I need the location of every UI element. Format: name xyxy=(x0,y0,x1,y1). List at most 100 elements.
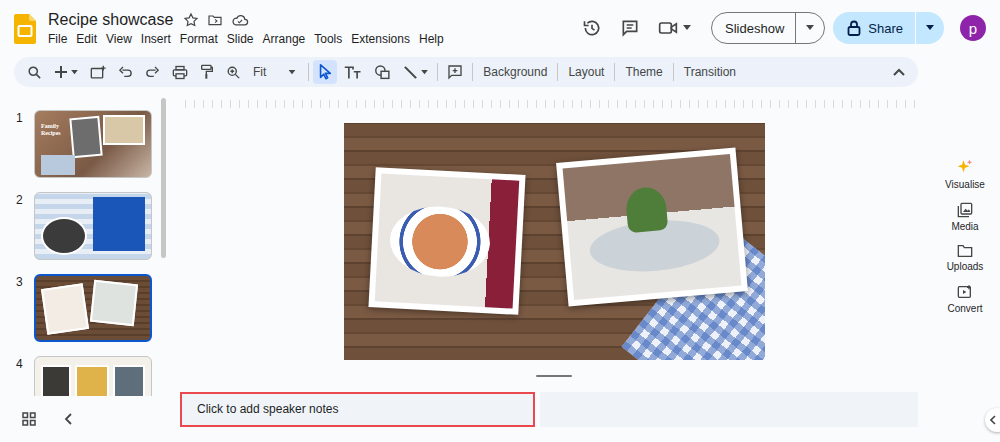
account-avatar[interactable]: p xyxy=(960,15,986,41)
menu-item[interactable]: Extensions xyxy=(351,32,410,46)
slide-number: 2 xyxy=(16,192,34,207)
food-photo[interactable] xyxy=(368,167,525,315)
menu-item[interactable]: Help xyxy=(419,32,444,46)
tool-button[interactable] xyxy=(313,60,337,84)
slideshow-start[interactable]: Slideshow xyxy=(712,13,795,43)
menu-item[interactable]: Tools xyxy=(314,32,342,46)
line-icon xyxy=(403,65,418,80)
table-photo[interactable] xyxy=(556,147,748,306)
comments-icon[interactable] xyxy=(620,18,640,38)
caret-down-icon xyxy=(288,70,296,75)
slideshow-button: Slideshow xyxy=(711,12,825,44)
menu-item[interactable]: Arrange xyxy=(263,32,306,46)
insert-comment[interactable] xyxy=(442,60,468,84)
tool-button[interactable] xyxy=(369,60,396,84)
plus-icon xyxy=(54,65,68,79)
shape-icon xyxy=(374,64,391,80)
side-panel-item[interactable]: Uploads xyxy=(947,244,984,272)
slide-number: 1 xyxy=(16,110,34,125)
filmstrip-scrollbar[interactable] xyxy=(161,98,166,258)
search-menus[interactable] xyxy=(22,60,47,84)
undo[interactable] xyxy=(113,60,138,84)
redo-icon xyxy=(145,65,160,79)
slide-number: 4 xyxy=(16,356,34,371)
cloud-saved-icon[interactable] xyxy=(231,12,249,28)
menu-item[interactable]: View xyxy=(106,32,132,46)
toolbar-action[interactable]: Layout xyxy=(562,60,610,84)
toolbar-action[interactable]: Theme xyxy=(619,60,668,84)
zoom[interactable] xyxy=(221,60,246,84)
caret-down-icon xyxy=(71,70,78,75)
chevron-left-icon[interactable] xyxy=(64,413,72,425)
slide-thumbnail[interactable] xyxy=(34,356,152,396)
convert-icon xyxy=(957,284,973,300)
undo-icon xyxy=(118,65,133,79)
toolbar-action[interactable]: Background xyxy=(477,60,553,84)
grid-view-icon[interactable] xyxy=(22,412,36,426)
side-panel-toggle[interactable] xyxy=(985,408,1000,432)
folder-icon xyxy=(957,244,973,258)
slide-canvas[interactable] xyxy=(344,123,765,360)
menu-item[interactable]: Insert xyxy=(141,32,171,46)
slide-number: 3 xyxy=(16,274,34,289)
new-slide-icon xyxy=(90,65,106,80)
add-comment-icon xyxy=(447,64,463,80)
tool-button[interactable] xyxy=(339,60,367,84)
sparkle-icon xyxy=(956,158,974,176)
side-panel: Visualise Media Uploads Convert xyxy=(918,90,1000,442)
move-folder-icon[interactable] xyxy=(207,12,223,28)
notes-resize-handle[interactable] xyxy=(536,375,572,377)
header: Recipe showcase File Edit View Insert Format S… xyxy=(0,0,1000,56)
slide-thumbnail-row[interactable]: 3 xyxy=(0,274,170,342)
caret-down-icon xyxy=(926,25,934,31)
lock-icon xyxy=(847,20,861,36)
toolbar-action[interactable]: Transition xyxy=(678,60,742,84)
caret-down-icon xyxy=(683,25,691,31)
cursor-icon xyxy=(318,64,332,80)
slideshow-options[interactable] xyxy=(795,13,824,43)
redo[interactable] xyxy=(140,60,165,84)
menu-item[interactable]: Edit xyxy=(76,32,97,46)
slides-logo-icon[interactable] xyxy=(14,14,36,44)
slide-thumbnail[interactable] xyxy=(34,192,152,260)
text-box-icon xyxy=(344,65,362,80)
print[interactable] xyxy=(167,60,193,84)
slide-thumbnail-row[interactable]: 2 xyxy=(0,192,170,260)
printer-icon xyxy=(172,65,188,80)
menu-item[interactable]: File xyxy=(48,32,67,46)
menu-item[interactable]: Slide xyxy=(227,32,254,46)
side-panel-item[interactable]: Visualise xyxy=(945,158,985,190)
share-button: Share xyxy=(833,12,944,44)
caret-down-icon xyxy=(421,70,428,75)
star-icon[interactable] xyxy=(183,12,199,28)
slide-thumbnail[interactable]: Family Recipes xyxy=(34,110,152,178)
new-slide[interactable] xyxy=(49,60,83,84)
tool-button[interactable] xyxy=(398,60,433,84)
meet-button[interactable] xyxy=(658,19,691,37)
slide-thumbnail-row[interactable]: 4 xyxy=(0,356,170,396)
add-slide[interactable] xyxy=(85,60,111,84)
toolbar: Fit Background Layout Theme Transition xyxy=(14,57,918,87)
collapse-toolbar[interactable] xyxy=(888,60,910,84)
zoom-select[interactable]: Fit xyxy=(248,60,304,84)
side-panel-item[interactable]: Convert xyxy=(947,284,982,314)
chevron-up-icon xyxy=(893,68,905,76)
share-main[interactable]: Share xyxy=(833,12,915,44)
share-options[interactable] xyxy=(915,12,944,44)
filmstrip: 1 Family Recipes 2 3 4 xyxy=(0,90,170,442)
menu-item[interactable]: Format xyxy=(180,32,218,46)
media-icon xyxy=(957,202,973,218)
document-title[interactable]: Recipe showcase xyxy=(48,11,173,29)
paint-format[interactable] xyxy=(195,60,219,84)
slide-thumbnail[interactable] xyxy=(34,274,152,342)
side-panel-item[interactable]: Media xyxy=(951,202,978,232)
speaker-notes-field[interactable]: Click to add speaker notes xyxy=(180,392,535,427)
ruler xyxy=(185,100,918,108)
paint-roller-icon xyxy=(200,64,214,80)
slide-thumbnail-row[interactable]: 1 Family Recipes xyxy=(0,110,170,178)
slide-title: Family Recipes xyxy=(41,123,71,136)
slides-app: Recipe showcase File Edit View Insert Format S… xyxy=(0,0,1000,442)
caret-down-icon xyxy=(806,25,814,31)
version-history-icon[interactable] xyxy=(582,18,602,38)
menu-bar: File Edit View Insert Format Slide Arrange Tool… xyxy=(48,32,444,46)
